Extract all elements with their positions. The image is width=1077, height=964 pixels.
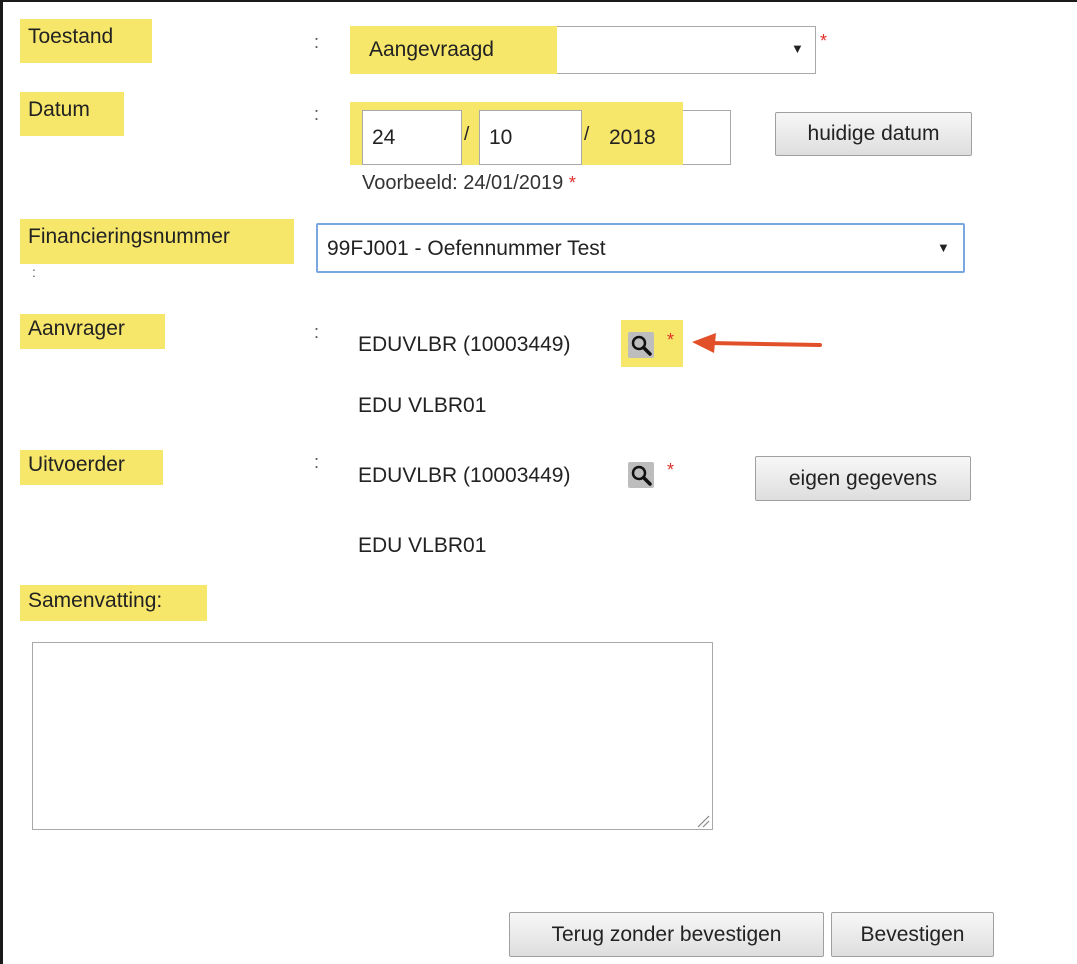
toestand-label: Toestand	[20, 19, 152, 63]
confirm-button[interactable]: Bevestigen	[831, 912, 994, 957]
aanvrager-label-text: Aanvrager	[28, 317, 125, 340]
samenvatting-label: Samenvatting:	[20, 585, 207, 621]
resize-handle-icon[interactable]	[696, 814, 710, 828]
datum-required-mark: *	[568, 173, 576, 193]
samenvatting-label-text: Samenvatting:	[28, 589, 163, 612]
datum-colon: :	[314, 104, 320, 124]
uitvoerder-code: EDUVLBR (10003449)	[358, 464, 571, 487]
datum-month-value: 10	[489, 126, 513, 149]
search-icon[interactable]	[628, 462, 654, 488]
window-left-border	[0, 0, 3, 964]
toestand-colon: :	[314, 32, 320, 52]
datum-example-text: Voorbeeld: 24/01/2019	[362, 172, 564, 194]
uitvoerder-colon: :	[314, 452, 320, 472]
datum-separator-2: /	[584, 124, 590, 145]
datum-label-text: Datum	[28, 98, 90, 121]
uitvoerder-label-text: Uitvoerder	[28, 453, 125, 476]
toestand-value: Aangevraagd	[369, 38, 494, 61]
own-data-button[interactable]: eigen gegevens	[755, 456, 971, 501]
chevron-down-icon[interactable]: ▼	[791, 41, 804, 56]
datum-year-value: 2018	[609, 126, 656, 149]
uitvoerder-required-mark: *	[667, 460, 675, 480]
financieringsnummer-label-text: Financieringsnummer	[28, 225, 230, 248]
samenvatting-textarea[interactable]	[32, 642, 713, 830]
financieringsnummer-label: Financieringsnummer	[20, 219, 294, 264]
aanvrager-required-mark: *	[667, 330, 675, 350]
window-top-border	[0, 0, 1077, 2]
aanvrager-label: Aanvrager	[20, 314, 165, 349]
arrow-left-icon	[692, 333, 822, 353]
datum-day-value: 24	[372, 126, 396, 149]
datum-separator-1: /	[464, 124, 470, 145]
aanvrager-code: EDUVLBR (10003449)	[358, 333, 571, 356]
financieringsnummer-colon: :	[32, 264, 36, 280]
toestand-label-text: Toestand	[28, 25, 114, 48]
datum-label: Datum	[20, 92, 124, 136]
back-without-confirm-button[interactable]: Terug zonder bevestigen	[509, 912, 824, 957]
search-icon[interactable]	[628, 332, 654, 358]
aanvrager-name: EDU VLBR01	[358, 394, 487, 417]
uitvoerder-name: EDU VLBR01	[358, 534, 487, 557]
financieringsnummer-value: 99FJ001 - Oefennummer Test	[327, 237, 606, 260]
chevron-down-icon[interactable]: ▼	[937, 240, 950, 255]
uitvoerder-label: Uitvoerder	[20, 450, 163, 485]
today-date-button[interactable]: huidige datum	[775, 112, 972, 156]
toestand-required-mark: *	[820, 31, 828, 51]
aanvrager-colon: :	[314, 322, 320, 342]
datum-example: Voorbeeld: 24/01/2019 *	[362, 172, 576, 195]
